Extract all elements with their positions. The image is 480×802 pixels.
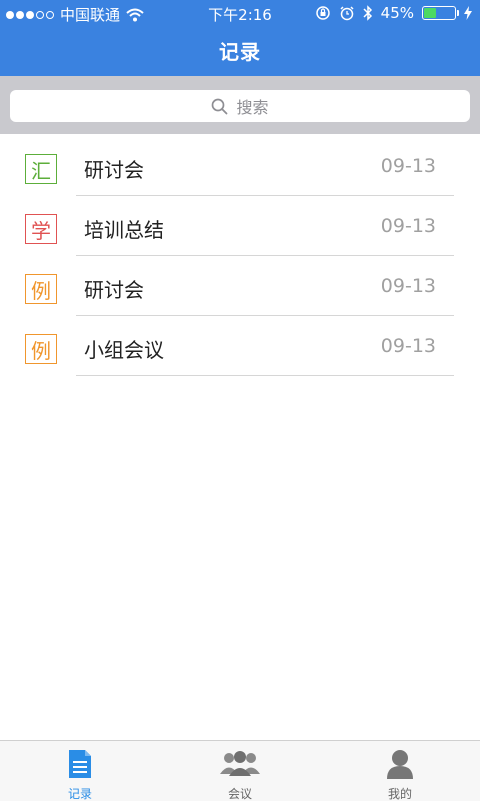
record-type-badge: 例 — [25, 334, 57, 364]
record-row[interactable]: 汇 研讨会 09-13 — [0, 136, 480, 196]
charging-icon — [464, 6, 472, 20]
app-header: 中国联通 下午2:16 45% 记录 — [0, 0, 480, 76]
status-bar: 中国联通 下午2:16 45% — [0, 0, 480, 26]
search-icon — [212, 98, 228, 114]
search-bar: 搜索 — [0, 76, 480, 134]
row-divider — [76, 374, 454, 376]
document-icon — [69, 750, 91, 778]
tab-bar: 记录 会议 我的 — [0, 740, 480, 801]
tab-profile[interactable]: 我的 — [320, 741, 480, 801]
battery-percent: 45% — [380, 4, 414, 22]
alarm-icon — [340, 6, 354, 21]
record-type-badge: 学 — [25, 214, 57, 244]
page-title: 记录 — [219, 40, 261, 64]
record-date: 09-13 — [380, 275, 436, 297]
record-date: 09-13 — [380, 215, 436, 237]
record-row[interactable]: 例 研讨会 09-13 — [0, 256, 480, 316]
bluetooth-icon — [363, 5, 372, 21]
battery-icon — [422, 6, 459, 20]
record-type-badge: 汇 — [25, 154, 57, 184]
search-placeholder: 搜索 — [236, 98, 269, 117]
record-title: 小组会议 — [84, 338, 164, 362]
record-title: 培训总结 — [84, 218, 164, 242]
orientation-lock-icon — [315, 6, 330, 20]
record-row[interactable]: 例 小组会议 09-13 — [0, 316, 480, 376]
tab-label: 我的 — [387, 787, 412, 801]
person-icon — [387, 750, 413, 779]
tab-records[interactable]: 记录 — [0, 741, 160, 801]
tab-label: 记录 — [67, 787, 92, 801]
search-input[interactable]: 搜索 — [10, 90, 470, 122]
record-row[interactable]: 学 培训总结 09-13 — [0, 196, 480, 256]
battery-fill — [424, 8, 437, 18]
record-date: 09-13 — [380, 155, 436, 177]
record-date: 09-13 — [380, 335, 436, 357]
record-title: 研讨会 — [84, 158, 144, 182]
group-icon — [220, 751, 260, 776]
tab-meetings[interactable]: 会议 — [160, 741, 320, 801]
tab-label: 会议 — [227, 787, 252, 801]
record-title: 研讨会 — [84, 278, 144, 302]
record-type-badge: 例 — [25, 274, 57, 304]
record-list: 汇 研讨会 09-13 学 培训总结 09-13 例 研讨会 09-13 例 小… — [0, 136, 480, 376]
